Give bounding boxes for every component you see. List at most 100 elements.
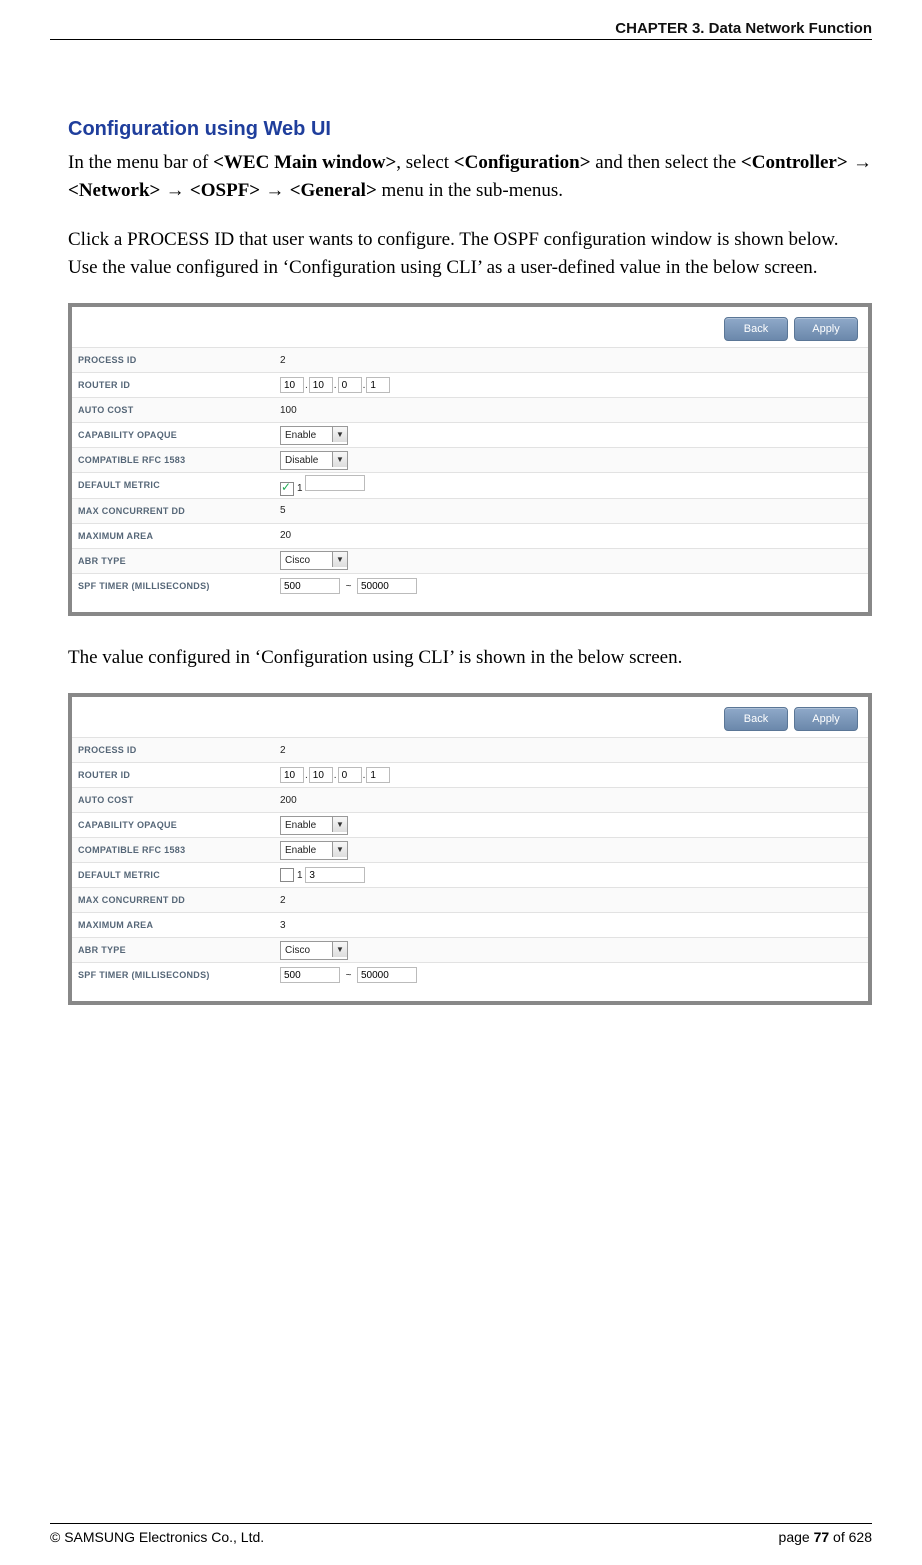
spf-timer-to-input[interactable]: 50000 [357,578,417,594]
default-metric-checkbox[interactable] [280,482,294,496]
label-default-metric: DEFAULT METRIC [72,473,274,498]
chevron-down-icon: ▼ [332,552,347,567]
capability-opaque-select[interactable]: Enable ▼ [280,816,348,835]
select-value: Enable [285,845,316,856]
default-metric-input[interactable] [305,475,365,491]
text: , select [396,152,454,173]
label-abr-type: ABR TYPE [72,548,274,573]
paragraph: Click a PROCESS ID that user wants to co… [68,226,872,281]
router-id-octet-1[interactable]: 10 [280,767,304,783]
value-max-dd: 5 [274,498,868,523]
label-router-id: ROUTER ID [72,763,274,788]
text: and then select the [591,152,741,173]
label-max-concurrent-dd: MAX CONCURRENT DD [72,498,274,523]
spf-timer-from-input[interactable]: 500 [280,578,340,594]
bold: <Network> [68,180,160,201]
label-maximum-area: MAXIMUM AREA [72,913,274,938]
section-title: Configuration using Web UI [68,118,872,141]
router-id-octet-4[interactable]: 1 [366,767,390,783]
page-footer: © SAMSUNG Electronics Co., Ltd. page 77 … [50,1523,872,1545]
footer-copyright: © SAMSUNG Electronics Co., Ltd. [50,1529,264,1545]
text: In the menu bar of [68,152,213,173]
text: Click a PROCESS ID that user wants to co… [68,229,839,250]
select-value: Enable [285,820,316,831]
bold: <Configuration> [454,152,591,173]
value-auto-cost: 100 [274,398,868,423]
label-maximum-area: MAXIMUM AREA [72,523,274,548]
mid-paragraph: The value configured in ‘Configuration u… [68,644,872,672]
arrow-icon: → [260,180,290,201]
value-max-area: 20 [274,523,868,548]
bold: <General> [290,180,377,201]
label-router-id: ROUTER ID [72,373,274,398]
router-id-octet-4[interactable]: 1 [366,377,390,393]
label-spf-timer: SPF TIMER (MILLISECONDS) [72,573,274,598]
capability-opaque-select[interactable]: Enable ▼ [280,426,348,445]
back-button[interactable]: Back [724,707,788,731]
tilde: ~ [346,581,352,592]
default-metric-label: 1 [297,870,303,881]
label-auto-cost: AUTO COST [72,788,274,813]
compatible-rfc1583-select[interactable]: Enable ▼ [280,841,348,860]
label-capability-opaque: CAPABILITY OPAQUE [72,423,274,448]
abr-type-select[interactable]: Cisco ▼ [280,551,348,570]
label-auto-cost: AUTO COST [72,398,274,423]
select-value: Cisco [285,555,310,566]
label-default-metric: DEFAULT METRIC [72,863,274,888]
footer-page: page 77 of 628 [779,1529,872,1545]
intro-paragraph: In the menu bar of <WEC Main window>, se… [68,149,872,204]
router-id-octet-2[interactable]: 10 [309,377,333,393]
chevron-down-icon: ▼ [332,942,347,957]
chevron-down-icon: ▼ [332,427,347,442]
bold: <Controller> [741,152,848,173]
text: menu in the sub-menus. [377,180,563,201]
select-value: Cisco [285,945,310,956]
select-value: Disable [285,455,318,466]
ospf-config-screenshot-1: Back Apply PROCESS ID 2 ROUTER ID 10.10.… [68,303,872,615]
label-spf-timer: SPF TIMER (MILLISECONDS) [72,963,274,988]
tilde: ~ [346,970,352,981]
config-table: PROCESS ID 2 ROUTER ID 10.10.0.1 AUTO CO… [72,347,868,597]
chevron-down-icon: ▼ [332,452,347,467]
value-process-id: 2 [274,348,868,373]
abr-type-select[interactable]: Cisco ▼ [280,941,348,960]
back-button[interactable]: Back [724,317,788,341]
bold: <WEC Main window> [213,152,396,173]
default-metric-label: 1 [297,483,303,494]
chevron-down-icon: ▼ [332,817,347,832]
spf-timer-to-input[interactable]: 50000 [357,967,417,983]
router-id-octet-3[interactable]: 0 [338,377,362,393]
label-abr-type: ABR TYPE [72,938,274,963]
value-auto-cost: 200 [274,788,868,813]
value-max-dd: 2 [274,888,868,913]
router-id-octet-3[interactable]: 0 [338,767,362,783]
router-id-octet-1[interactable]: 10 [280,377,304,393]
bold: <OSPF> [190,180,260,201]
label-compatible-rfc1583: COMPATIBLE RFC 1583 [72,448,274,473]
default-metric-checkbox[interactable] [280,868,294,882]
label-process-id: PROCESS ID [72,348,274,373]
ospf-config-screenshot-2: Back Apply PROCESS ID 2 ROUTER ID 10.10.… [68,693,872,1005]
label-compatible-rfc1583: COMPATIBLE RFC 1583 [72,838,274,863]
compatible-rfc1583-select[interactable]: Disable ▼ [280,451,348,470]
label-capability-opaque: CAPABILITY OPAQUE [72,813,274,838]
label-max-concurrent-dd: MAX CONCURRENT DD [72,888,274,913]
text: Use the value configured in ‘Configurati… [68,257,818,278]
default-metric-input[interactable]: 3 [305,867,365,883]
value-max-area: 3 [274,913,868,938]
text: page [779,1529,814,1545]
label-process-id: PROCESS ID [72,738,274,763]
chapter-header: CHAPTER 3. Data Network Function [50,20,872,37]
config-table: PROCESS ID 2 ROUTER ID 10.10.0.1 AUTO CO… [72,737,868,987]
apply-button[interactable]: Apply [794,707,858,731]
arrow-icon: → [848,152,872,173]
spf-timer-from-input[interactable]: 500 [280,967,340,983]
text: of 628 [829,1529,872,1545]
select-value: Enable [285,430,316,441]
apply-button[interactable]: Apply [794,317,858,341]
chevron-down-icon: ▼ [332,842,347,857]
router-id-octet-2[interactable]: 10 [309,767,333,783]
arrow-icon: → [160,180,190,201]
page-number: 77 [814,1529,830,1545]
value-process-id: 2 [274,738,868,763]
